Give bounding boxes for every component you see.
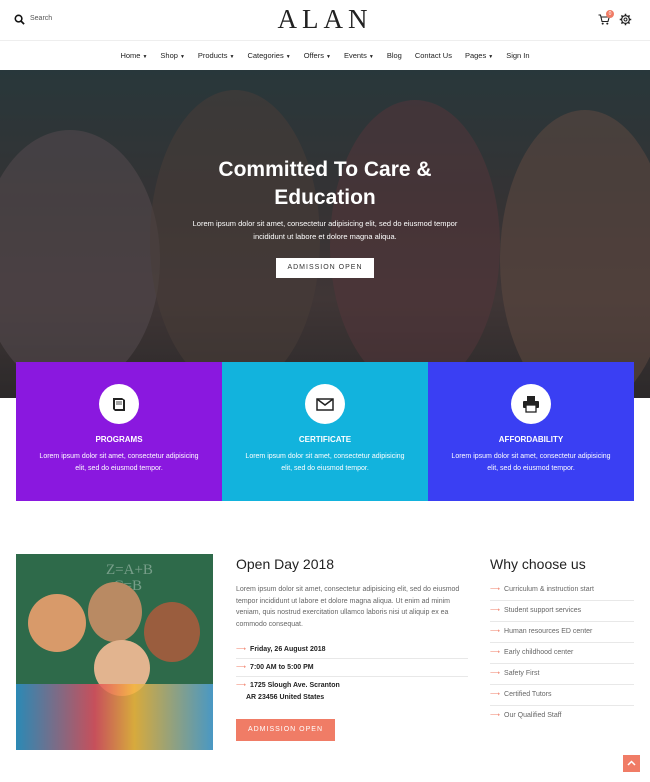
feature-text: Lorem ipsum dolor sit amet, consectetur … <box>39 453 199 472</box>
arrow-right-icon: ⟶ <box>236 664 247 671</box>
why-item[interactable]: ⟶ Student support services <box>490 601 634 622</box>
top-bar: Search ALAN 0 <box>0 0 650 40</box>
open-day-text: Lorem ipsum dolor sit amet, consectetur … <box>236 586 460 629</box>
arrow-right-icon: ⟶ <box>490 649 501 656</box>
nav-item-offers[interactable]: Offers ▼ <box>304 51 331 60</box>
chevron-down-icon: ▼ <box>325 54 331 60</box>
hero-text: Lorem ipsum dolor sit amet, consectetur … <box>192 219 458 241</box>
nav-item-products[interactable]: Products ▼ <box>198 51 235 60</box>
chevron-down-icon: ▼ <box>142 54 148 60</box>
divider <box>236 676 468 677</box>
chevron-up-icon <box>627 760 636 766</box>
arrow-right-icon: ⟶ <box>490 586 501 593</box>
nav-item-categories[interactable]: Categories ▼ <box>247 51 290 60</box>
open-day-photo: Z=A+B C=BB=A <box>16 554 213 750</box>
chevron-down-icon: ▼ <box>368 54 374 60</box>
feature-certificate: CERTIFICATE Lorem ipsum dolor sit amet, … <box>222 362 428 501</box>
arrow-right-icon: ⟶ <box>490 670 501 677</box>
photo-teacher <box>88 582 142 642</box>
why-choose-us-title: Why choose us <box>490 556 586 572</box>
arrow-right-icon: ⟶ <box>490 691 501 698</box>
hero-banner: Committed To Care & Education Lorem ipsum… <box>0 70 650 398</box>
nav-item-sign-in[interactable]: Sign In <box>506 51 529 60</box>
chevron-down-icon: ▼ <box>285 54 291 60</box>
why-item[interactable]: ⟶ Curriculum & instruction start <box>490 580 634 601</box>
why-choose-us-list: ⟶ Curriculum & instruction start ⟶ Student… <box>490 580 634 727</box>
why-item[interactable]: ⟶ Certified Tutors <box>490 685 634 706</box>
arrow-right-icon: ⟶ <box>490 607 501 614</box>
nav-item-shop[interactable]: Shop ▼ <box>160 51 184 60</box>
why-item[interactable]: ⟶ Our Qualified Staff <box>490 706 634 727</box>
book-icon <box>99 384 139 424</box>
feature-text: Lorem ipsum dolor sit amet, consectetur … <box>451 453 611 472</box>
feature-title: AFFORDABILITY <box>498 435 564 444</box>
feature-affordability: AFFORDABILITY Lorem ipsum dolor sit amet… <box>428 362 634 501</box>
chevron-down-icon: ▼ <box>488 54 494 60</box>
why-item[interactable]: ⟶ Human resources ED center <box>490 622 634 643</box>
arrow-right-icon: ⟶ <box>236 682 247 689</box>
chevron-down-icon: ▼ <box>179 54 185 60</box>
why-item[interactable]: ⟶ Safety First <box>490 664 634 685</box>
nav-item-events[interactable]: Events ▼ <box>344 51 374 60</box>
photo-clothes <box>16 684 213 750</box>
features-row: PROGRAMS Lorem ipsum dolor sit amet, con… <box>16 362 634 501</box>
cart-count-badge: 0 <box>606 10 614 18</box>
nav-item-home[interactable]: Home ▼ <box>120 51 147 60</box>
main-nav: Home ▼ Shop ▼ Products ▼ Categories ▼ Offers… <box>0 40 650 70</box>
photo-child <box>28 594 86 652</box>
hero-admission-button[interactable]: ADMISSION OPEN <box>276 258 374 278</box>
gear-icon[interactable] <box>619 13 632 26</box>
photo-child <box>144 602 200 662</box>
open-day-time: ⟶ 7:00 AM to 5:00 PM <box>236 664 314 671</box>
nav-item-contact[interactable]: Contact Us <box>415 51 452 60</box>
divider <box>236 658 468 659</box>
open-day-title: Open Day 2018 <box>236 556 335 572</box>
feature-text: Lorem ipsum dolor sit amet, consectetur … <box>245 453 405 472</box>
envelope-icon <box>305 384 345 424</box>
feature-title: CERTIFICATE <box>298 435 352 444</box>
arrow-right-icon: ⟶ <box>490 712 501 719</box>
printer-icon <box>511 384 551 424</box>
chevron-down-icon: ▼ <box>229 54 235 60</box>
nav-item-pages[interactable]: Pages ▼ <box>465 51 493 60</box>
scroll-to-top-button[interactable] <box>623 755 640 772</box>
hero-title: Committed To Care & Education <box>218 158 432 209</box>
logo[interactable]: ALAN <box>0 4 650 35</box>
open-day-date: ⟶ Friday, 26 August 2018 <box>236 646 326 653</box>
arrow-right-icon: ⟶ <box>236 646 247 653</box>
feature-programs: PROGRAMS Lorem ipsum dolor sit amet, con… <box>16 362 222 501</box>
nav-item-blog[interactable]: Blog <box>387 51 402 60</box>
open-day-address: ⟶ 1725 Slough Ave. Scranton AR 23456 Unite… <box>236 682 340 701</box>
why-item[interactable]: ⟶ Early childhood center <box>490 643 634 664</box>
feature-title: PROGRAMS <box>95 435 143 444</box>
open-day-admission-button[interactable]: ADMISSION OPEN <box>236 719 335 741</box>
arrow-right-icon: ⟶ <box>490 628 501 635</box>
